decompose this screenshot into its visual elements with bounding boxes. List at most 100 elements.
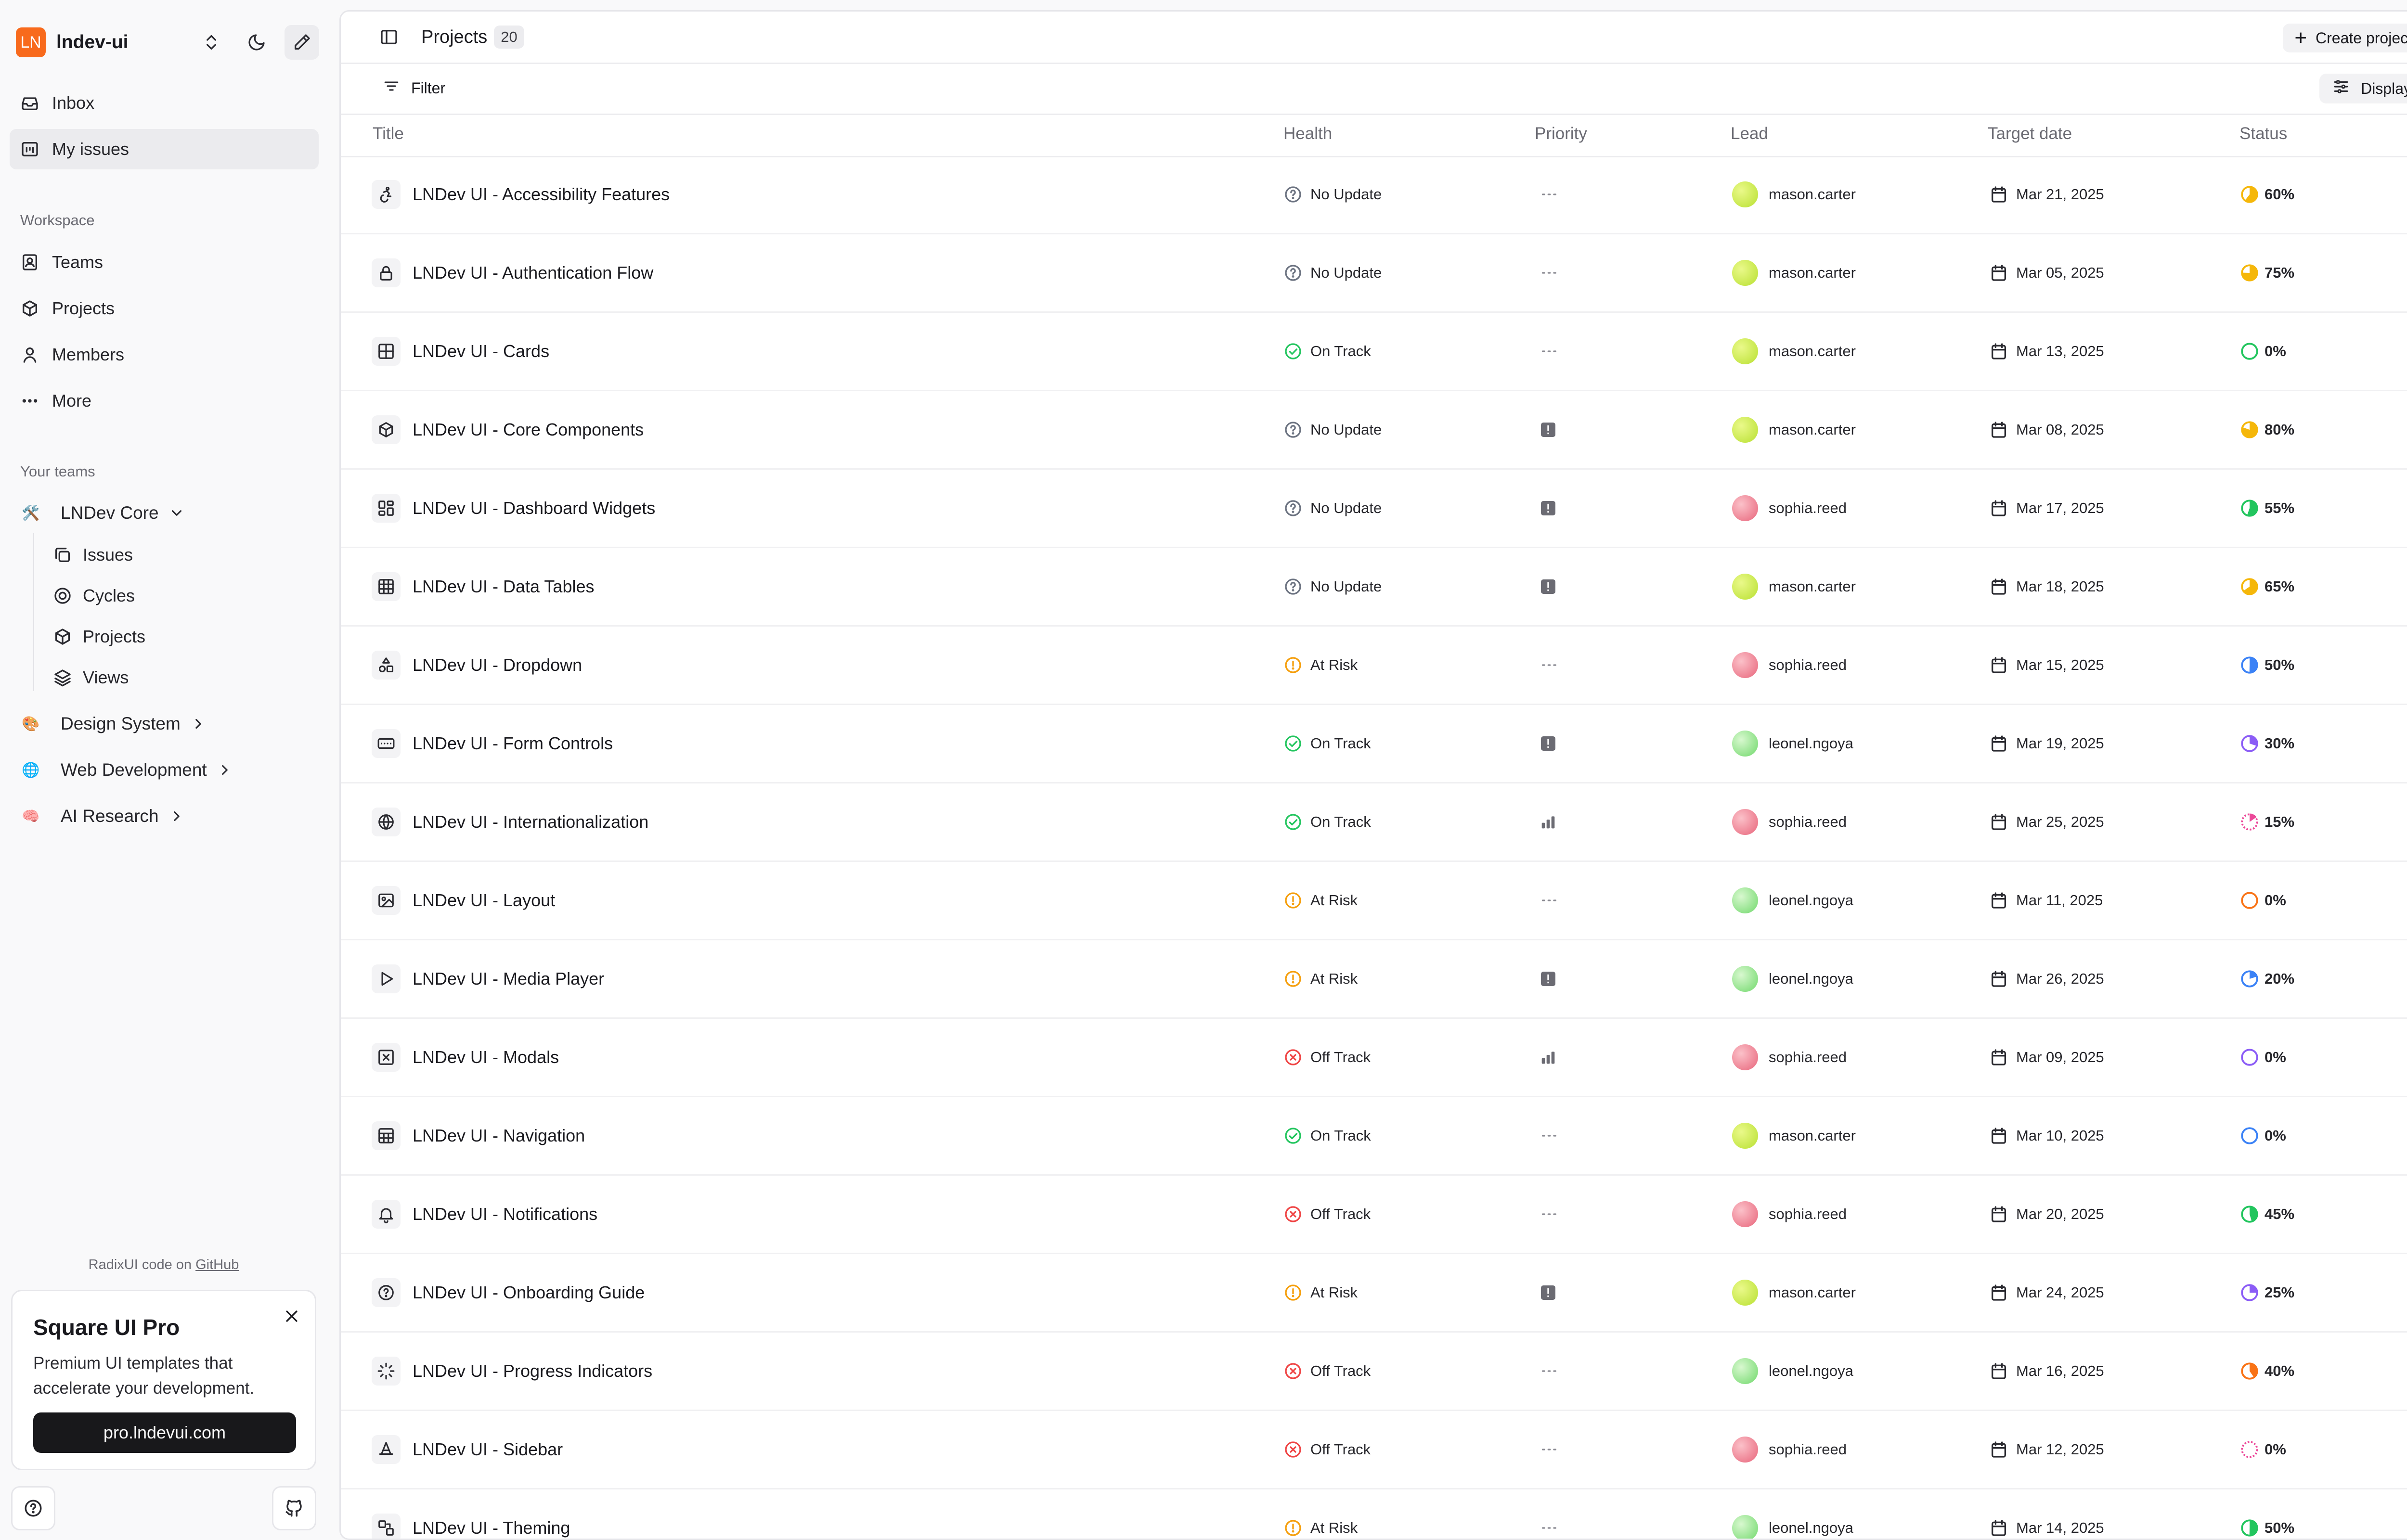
target-date-cell[interactable]: Mar 14, 2025 — [1989, 1489, 2104, 1539]
health-cell[interactable]: At Risk — [1283, 940, 1358, 1017]
status-cell[interactable]: 15% — [2239, 783, 2294, 860]
team-item-cycles[interactable]: Cycles — [52, 577, 135, 615]
target-date-cell[interactable]: Mar 17, 2025 — [1989, 470, 2104, 547]
column-lead[interactable]: Lead — [1731, 124, 1768, 143]
lead-cell[interactable]: mason.carter — [1732, 1254, 1856, 1331]
table-row[interactable]: LNDev UI - Layout At Risk leonel.ngoya Mar … — [341, 862, 2407, 940]
health-cell[interactable]: Off Track — [1283, 1333, 1371, 1410]
column-target-date[interactable]: Target date — [1988, 124, 2072, 143]
status-cell[interactable]: 80% — [2239, 391, 2294, 468]
column-title[interactable]: Title — [373, 124, 404, 143]
priority-cell[interactable] — [1539, 1019, 1558, 1096]
status-cell[interactable]: 0% — [2239, 1411, 2286, 1488]
priority-cell[interactable] — [1539, 156, 1560, 233]
priority-cell[interactable] — [1539, 1254, 1558, 1331]
lead-cell[interactable]: mason.carter — [1732, 313, 1856, 390]
theme-toggle-moon-icon[interactable] — [239, 25, 274, 60]
table-row[interactable]: LNDev UI - Form Controls On Track leonel.n… — [341, 705, 2407, 783]
close-icon[interactable] — [279, 1304, 304, 1329]
target-date-cell[interactable]: Mar 24, 2025 — [1989, 1254, 2104, 1331]
compose-pencil-icon[interactable] — [285, 25, 319, 60]
target-date-cell[interactable]: Mar 25, 2025 — [1989, 783, 2104, 860]
table-row[interactable]: LNDev UI - Sidebar Off Track sophia.reed Ma… — [341, 1411, 2407, 1489]
table-row[interactable]: LNDev UI - Authentication Flow No Update m… — [341, 234, 2407, 313]
table-row[interactable]: LNDev UI - Onboarding Guide At Risk mason.… — [341, 1254, 2407, 1333]
team-ai-research[interactable]: 🧠 AI Research — [20, 797, 185, 835]
priority-cell[interactable] — [1539, 234, 1560, 311]
lead-cell[interactable]: mason.carter — [1732, 548, 1856, 625]
health-cell[interactable]: Off Track — [1283, 1411, 1371, 1488]
sidebar-toggle-icon[interactable] — [377, 25, 401, 49]
health-cell[interactable]: At Risk — [1283, 862, 1358, 939]
status-cell[interactable]: 0% — [2239, 862, 2286, 939]
priority-cell[interactable] — [1539, 862, 1560, 939]
table-row[interactable]: LNDev UI - Notifications Off Track sophia.… — [341, 1176, 2407, 1254]
status-cell[interactable]: 45% — [2239, 1176, 2294, 1253]
team-web-development[interactable]: 🌐 Web Development — [20, 751, 233, 789]
health-cell[interactable]: On Track — [1283, 1097, 1371, 1174]
health-cell[interactable]: No Update — [1283, 391, 1382, 468]
target-date-cell[interactable]: Mar 16, 2025 — [1989, 1333, 2104, 1410]
table-row[interactable]: LNDev UI - Accessibility Features No Upda… — [341, 156, 2407, 234]
priority-cell[interactable] — [1539, 940, 1558, 1017]
lead-cell[interactable]: leonel.ngoya — [1732, 705, 1853, 782]
team-item-projects[interactable]: Projects — [52, 617, 145, 656]
status-cell[interactable]: 65% — [2239, 548, 2294, 625]
team-lndev-core[interactable]: 🛠️ LNDev Core — [20, 494, 185, 532]
lead-cell[interactable]: leonel.ngoya — [1732, 1489, 1853, 1539]
sidebar-item-more[interactable]: More — [10, 381, 319, 421]
display-button[interactable]: Display — [2319, 74, 2407, 103]
status-cell[interactable]: 0% — [2239, 313, 2286, 390]
health-cell[interactable]: No Update — [1283, 234, 1382, 311]
target-date-cell[interactable]: Mar 10, 2025 — [1989, 1097, 2104, 1174]
table-row[interactable]: LNDev UI - Modals Off Track sophia.reed Mar… — [341, 1019, 2407, 1097]
health-cell[interactable]: Off Track — [1283, 1019, 1371, 1096]
nav-item-my-issues[interactable]: My issues — [10, 129, 319, 169]
priority-cell[interactable] — [1539, 705, 1558, 782]
status-cell[interactable]: 30% — [2239, 705, 2294, 782]
health-cell[interactable]: No Update — [1283, 156, 1382, 233]
status-cell[interactable]: 50% — [2239, 1489, 2294, 1539]
github-button[interactable] — [272, 1486, 316, 1530]
lead-cell[interactable]: sophia.reed — [1732, 1411, 1847, 1488]
priority-cell[interactable] — [1539, 1097, 1560, 1174]
health-cell[interactable]: On Track — [1283, 313, 1371, 390]
priority-cell[interactable] — [1539, 313, 1560, 390]
lead-cell[interactable]: sophia.reed — [1732, 783, 1847, 860]
column-status[interactable]: Status — [2239, 124, 2287, 143]
column-health[interactable]: Health — [1283, 124, 1332, 143]
target-date-cell[interactable]: Mar 19, 2025 — [1989, 705, 2104, 782]
table-row[interactable]: LNDev UI - Core Components No Update mason… — [341, 391, 2407, 470]
status-cell[interactable]: 60% — [2239, 156, 2294, 233]
table-row[interactable]: LNDev UI - Dropdown At Risk sophia.reed Mar… — [341, 627, 2407, 705]
health-cell[interactable]: No Update — [1283, 548, 1382, 625]
create-project-button[interactable]: + Create project — [2283, 24, 2407, 52]
chevrons-up-down-icon[interactable] — [194, 25, 229, 60]
priority-cell[interactable] — [1539, 627, 1560, 704]
priority-cell[interactable] — [1539, 1333, 1560, 1410]
lead-cell[interactable]: mason.carter — [1732, 391, 1856, 468]
health-cell[interactable]: On Track — [1283, 705, 1371, 782]
workspace-switcher[interactable]: LN lndev-ui — [16, 25, 319, 60]
team-item-issues[interactable]: Issues — [52, 536, 133, 574]
filter-button[interactable]: Filter — [382, 77, 445, 99]
target-date-cell[interactable]: Mar 12, 2025 — [1989, 1411, 2104, 1488]
status-cell[interactable]: 55% — [2239, 470, 2294, 547]
table-row[interactable]: LNDev UI - Cards On Track mason.carter Mar … — [341, 313, 2407, 391]
target-date-cell[interactable]: Mar 18, 2025 — [1989, 548, 2104, 625]
table-row[interactable]: LNDev UI - Internationalization On Track s… — [341, 783, 2407, 862]
target-date-cell[interactable]: Mar 26, 2025 — [1989, 940, 2104, 1017]
github-link[interactable]: GitHub — [195, 1257, 239, 1272]
health-cell[interactable]: At Risk — [1283, 627, 1358, 704]
lead-cell[interactable]: leonel.ngoya — [1732, 940, 1853, 1017]
status-cell[interactable]: 75% — [2239, 234, 2294, 311]
priority-cell[interactable] — [1539, 470, 1558, 547]
target-date-cell[interactable]: Mar 11, 2025 — [1989, 862, 2103, 939]
health-cell[interactable]: At Risk — [1283, 1489, 1358, 1539]
target-date-cell[interactable]: Mar 21, 2025 — [1989, 156, 2104, 233]
team-design-system[interactable]: 🎨 Design System — [20, 705, 207, 743]
column-priority[interactable]: Priority — [1535, 124, 1587, 143]
lead-cell[interactable]: sophia.reed — [1732, 1019, 1847, 1096]
table-row[interactable]: LNDev UI - Progress Indicators Off Track l… — [341, 1333, 2407, 1411]
table-row[interactable]: LNDev UI - Dashboard Widgets No Update sop… — [341, 470, 2407, 548]
